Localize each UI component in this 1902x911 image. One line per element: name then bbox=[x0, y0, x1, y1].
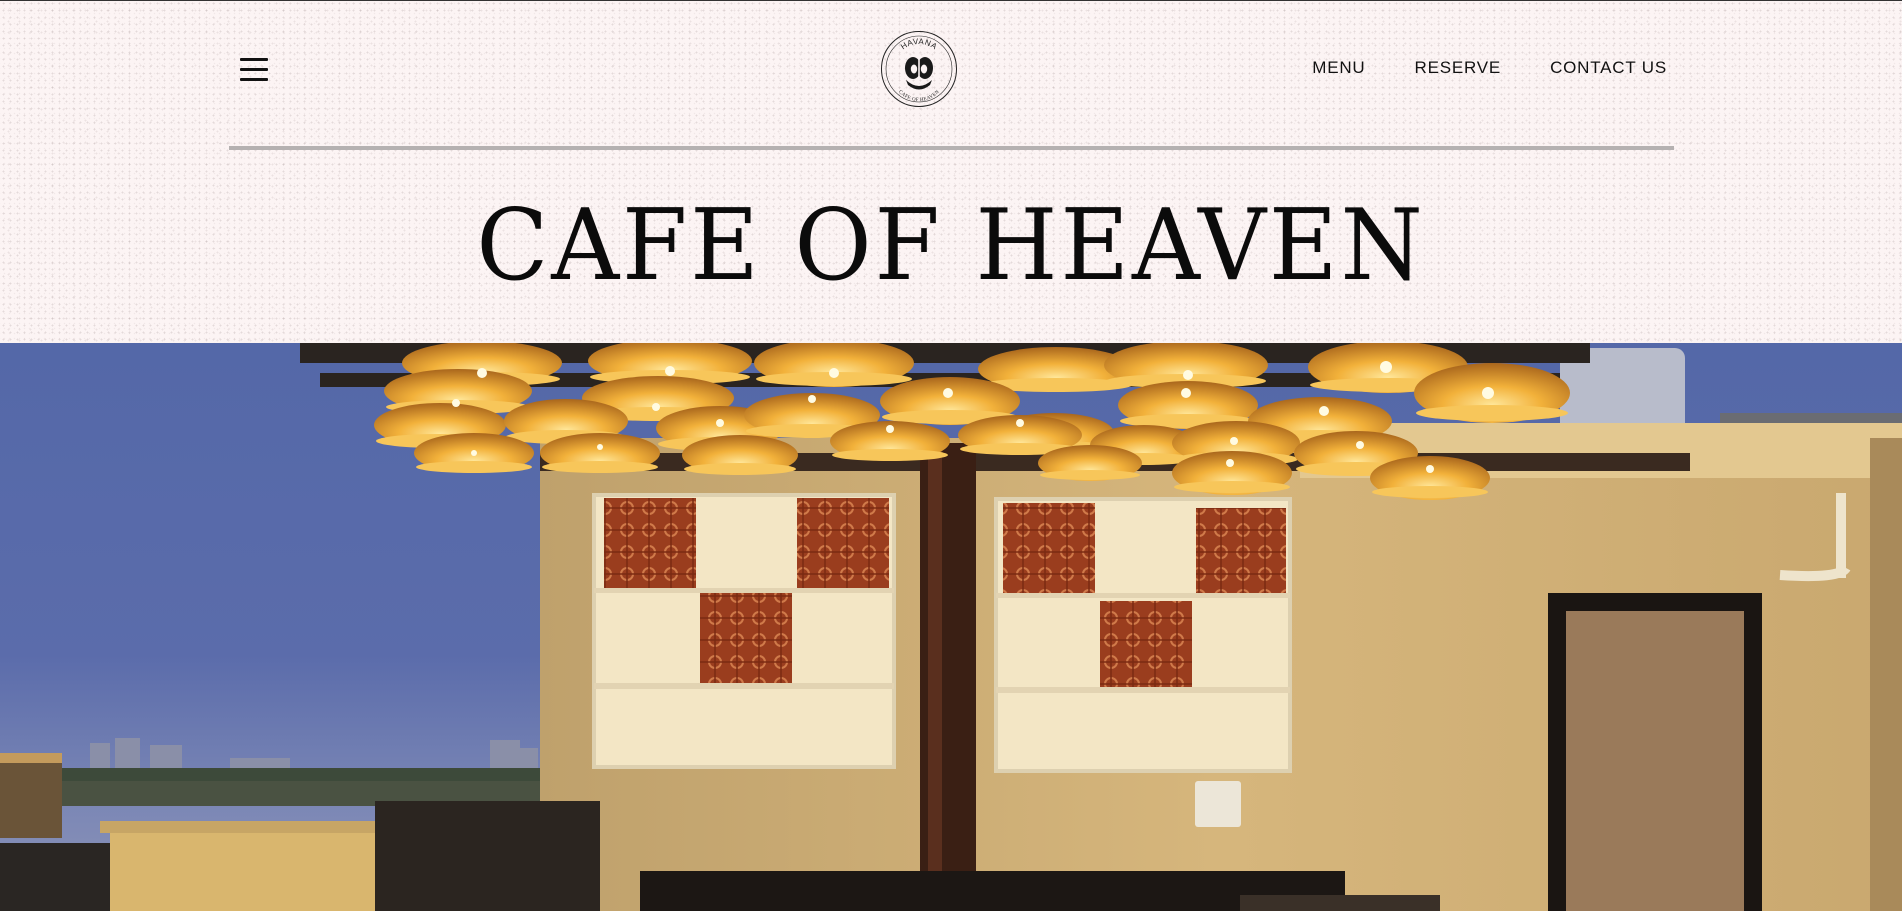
page-title: CAFE OF HEAVEN bbox=[476, 189, 1426, 303]
top-border bbox=[0, 0, 1902, 1]
rooftop-cafe-photo bbox=[0, 343, 1902, 911]
nav-contact-link[interactable]: CONTACT US bbox=[1550, 58, 1667, 78]
header-divider bbox=[229, 146, 1674, 150]
main-nav: MENU RESERVE CONTACT US bbox=[1312, 58, 1667, 78]
nav-menu-link[interactable]: MENU bbox=[1312, 58, 1365, 78]
page: HAVANA CAFE OF HEAVEN MENU RESERVE CONTA… bbox=[0, 0, 1902, 911]
logo-bottom-text: CAFE OF HEAVEN bbox=[897, 90, 940, 103]
hamburger-line bbox=[240, 68, 268, 71]
hamburger-line bbox=[240, 58, 268, 61]
logo-emblem: HAVANA CAFE OF HEAVEN bbox=[881, 31, 957, 107]
hamburger-menu-icon[interactable] bbox=[238, 56, 270, 84]
nav-reserve-link[interactable]: RESERVE bbox=[1415, 58, 1502, 78]
hamburger-line bbox=[240, 78, 268, 81]
site-logo[interactable]: HAVANA CAFE OF HEAVEN bbox=[880, 30, 958, 108]
svg-text:CAFE OF HEAVEN: CAFE OF HEAVEN bbox=[897, 90, 941, 103]
